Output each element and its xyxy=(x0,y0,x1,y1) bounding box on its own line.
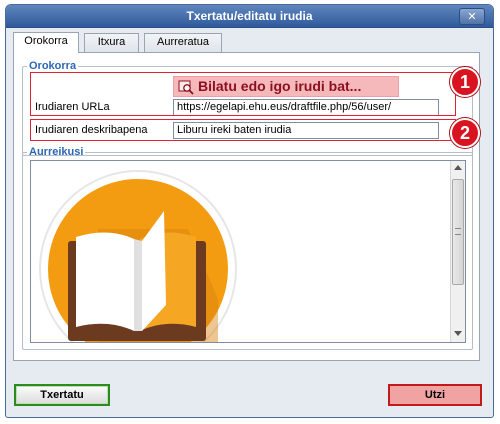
open-book-icon xyxy=(38,169,238,342)
annotation-badge-1: 1 xyxy=(450,67,480,97)
preview-scrollbar[interactable] xyxy=(450,161,465,342)
general-legend: Orokorra xyxy=(29,60,77,72)
annotation-badge-2: 2 xyxy=(450,118,480,148)
close-button[interactable]: ✕ xyxy=(459,8,485,25)
dialog-title: Txertatu/editatu irudia xyxy=(186,9,313,23)
title-bar: Txertatu/editatu irudia ✕ xyxy=(6,5,493,28)
preview-area[interactable] xyxy=(30,160,466,343)
tab-label: Orokorra xyxy=(24,35,68,47)
tab-itxura[interactable]: Itxura xyxy=(84,33,139,52)
scroll-down-arrow-icon[interactable] xyxy=(454,331,462,336)
tab-label: Aurreratua xyxy=(157,36,209,48)
highlight-box-2 xyxy=(30,119,456,141)
close-icon: ✕ xyxy=(467,10,477,23)
tab-orokorra[interactable]: Orokorra xyxy=(13,32,79,53)
preview-legend: Aurreikusi xyxy=(29,146,84,158)
scroll-thumb[interactable] xyxy=(452,179,464,285)
cancel-button[interactable]: Utzi xyxy=(388,384,482,406)
insert-label: Txertatu xyxy=(40,389,84,401)
scroll-up-arrow-icon[interactable] xyxy=(454,165,462,170)
tab-aurreratua[interactable]: Aurreratua xyxy=(144,33,222,52)
tab-label: Itxura xyxy=(97,36,126,48)
cancel-label: Utzi xyxy=(424,389,446,401)
insert-button[interactable]: Txertatu xyxy=(14,384,110,406)
grip-icon xyxy=(455,228,461,235)
highlight-box-1 xyxy=(30,72,456,116)
